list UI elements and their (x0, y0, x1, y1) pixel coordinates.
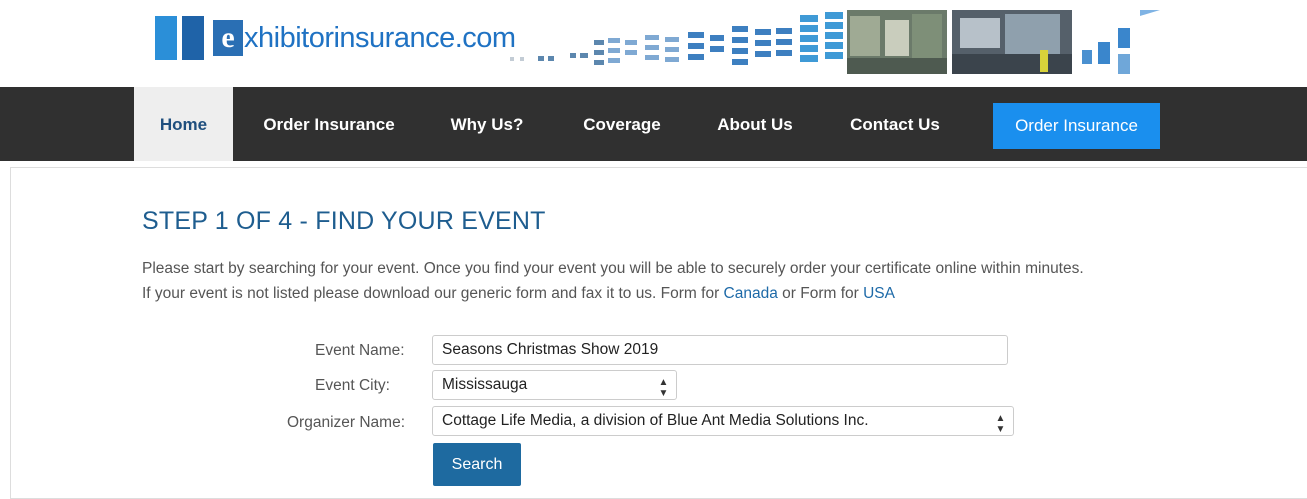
logo-bar-right (182, 16, 204, 60)
site-header: e xhibitorinsurance.com (0, 0, 1307, 87)
organizer-selected-value: Cottage Life Media, a division of Blue A… (442, 412, 869, 429)
logo-text: xhibitorinsurance.com (244, 21, 516, 54)
search-button[interactable]: Search (433, 443, 521, 486)
nav-item-why-us[interactable]: Why Us? (437, 87, 537, 161)
event-city-select[interactable]: Mississauga ▲▼ (432, 370, 677, 400)
nav-item-contact-us[interactable]: Contact Us (834, 87, 956, 161)
usa-form-link[interactable]: USA (863, 285, 895, 302)
site-logo[interactable]: e xhibitorinsurance.com (155, 16, 516, 60)
nav-item-home[interactable]: Home (134, 87, 233, 161)
event-city-label: Event City: (315, 377, 390, 394)
logo-bar-left (155, 16, 177, 60)
event-city-selected-value: Mississauga (442, 376, 528, 393)
canada-form-link[interactable]: Canada (724, 285, 778, 302)
intro-text-line-1: Please start by searching for your event… (142, 260, 1084, 277)
select-arrows-icon: ▲▼ (658, 377, 669, 399)
nav-item-about-us[interactable]: About Us (701, 87, 809, 161)
header-banner-graphic (510, 10, 1160, 74)
event-name-input[interactable] (432, 335, 1008, 365)
intro-text-line-2: If your event is not listed please downl… (142, 285, 895, 303)
intro-text-line-2-prefix: If your event is not listed please downl… (142, 285, 724, 302)
event-name-label: Event Name: (315, 342, 405, 359)
logo-letter-mark: e (213, 20, 243, 56)
organizer-name-label: Organizer Name: (287, 414, 406, 431)
organizer-name-select[interactable]: Cottage Life Media, a division of Blue A… (432, 406, 1014, 436)
page-title: STEP 1 OF 4 - FIND YOUR EVENT (142, 207, 546, 235)
nav-item-coverage[interactable]: Coverage (566, 87, 678, 161)
main-navigation: Home Order Insurance Why Us? Coverage Ab… (0, 87, 1307, 161)
intro-text-line-2-middle: or Form for (777, 285, 864, 302)
nav-item-order-insurance[interactable]: Order Insurance (245, 87, 413, 161)
select-arrows-icon: ▲▼ (995, 413, 1006, 435)
order-insurance-cta-button[interactable]: Order Insurance (993, 103, 1160, 149)
